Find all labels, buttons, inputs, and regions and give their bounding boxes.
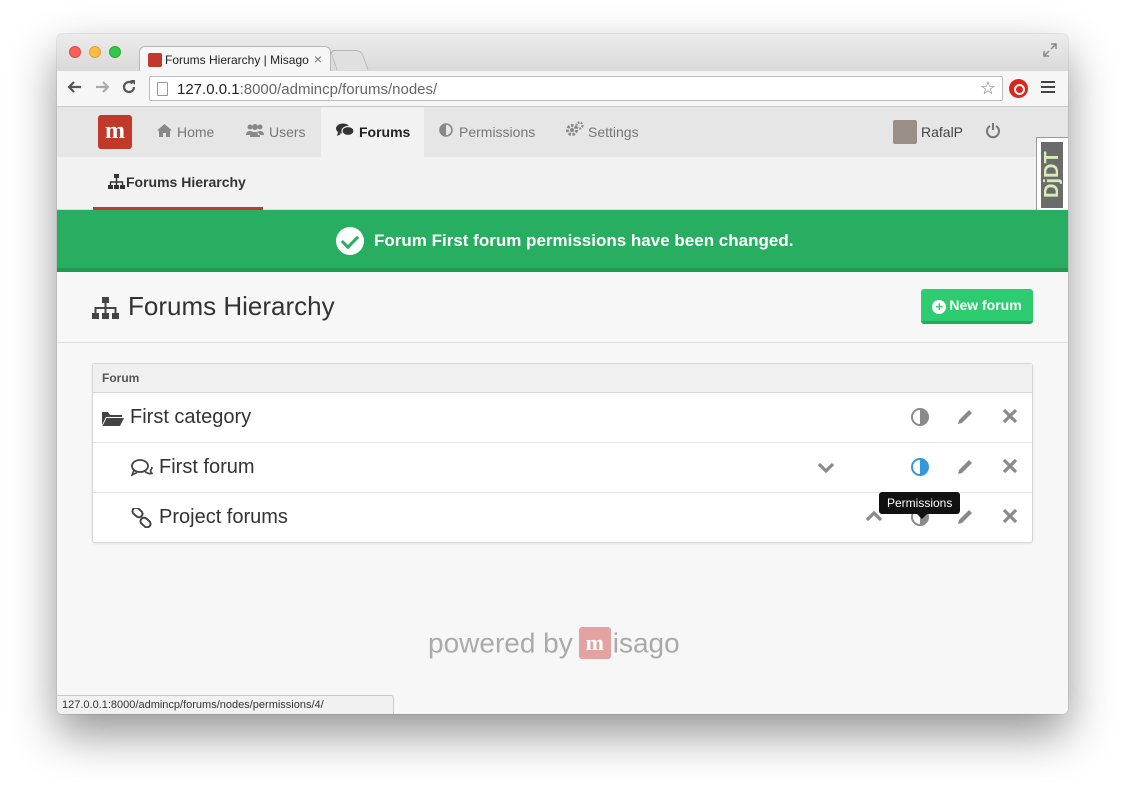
browser-window: Forums Hierarchy | Misago × 127.0.0.1:80… (57, 34, 1068, 714)
adblock-extension-icon[interactable] (1009, 79, 1028, 98)
forums-table: Forum First category First forum Project… (92, 363, 1033, 543)
chrome-menu-icon[interactable] (1041, 81, 1055, 95)
forum-name[interactable]: Project forums (159, 506, 288, 529)
delete-x-icon[interactable] (999, 507, 1021, 529)
nav-item-users[interactable]: Users (246, 107, 306, 157)
nav-label-settings: Settings (588, 124, 639, 140)
table-row: First forum (93, 443, 1032, 493)
fullscreen-icon[interactable] (1042, 42, 1058, 58)
address-bar[interactable]: 127.0.0.1:8000/admincp/forums/nodes/ ☆ (149, 76, 1003, 101)
url-host: 127.0.0.1 (177, 81, 240, 98)
page-title: Forums Hierarchy (128, 291, 335, 321)
permissions-tooltip: Permissions (879, 492, 961, 519)
nav-item-forums[interactable]: Forums (321, 107, 424, 157)
powered-by-brand: isago (612, 627, 680, 659)
page-header: Forums Hierarchy + New forum (57, 272, 1068, 343)
new-tab-button[interactable] (329, 50, 369, 70)
nav-label-users: Users (269, 124, 306, 140)
address-url[interactable]: 127.0.0.1:8000/admincp/forums/nodes/ (177, 81, 437, 98)
minimize-window-button[interactable] (89, 46, 101, 58)
subnav-item-forums-hierarchy[interactable]: Forums Hierarchy (93, 157, 263, 210)
powered-by-footer: powered by m isago (428, 627, 680, 661)
forum-name[interactable]: First forum (159, 456, 255, 479)
subnav-label: Forums Hierarchy (126, 174, 246, 190)
forum-name[interactable]: First category (130, 406, 251, 429)
home-icon (157, 107, 173, 157)
link-icon (131, 508, 152, 528)
flash-message-success: Forum First forum permissions have been … (57, 210, 1068, 272)
edit-pencil-icon[interactable] (954, 457, 976, 479)
forward-arrow-icon[interactable] (92, 78, 112, 98)
status-bar-url: 127.0.0.1:8000/admincp/forums/nodes/perm… (57, 695, 394, 714)
django-debug-toolbar-handle[interactable]: DjDT (1036, 137, 1068, 213)
cogs-icon (565, 107, 584, 157)
new-forum-label: New forum (949, 297, 1022, 313)
reload-icon[interactable] (119, 78, 139, 98)
delete-x-icon[interactable] (999, 457, 1021, 479)
user-menu[interactable]: RafalP (893, 120, 963, 144)
delete-x-icon[interactable] (999, 407, 1021, 429)
djdt-label: DjDT (1041, 142, 1063, 208)
users-icon (246, 107, 265, 157)
page-icon (157, 82, 168, 96)
flash-message-text: Forum First forum permissions have been … (374, 231, 794, 250)
sitemap-icon (92, 297, 119, 319)
table-row: First category (93, 393, 1032, 443)
misago-logo-footer: m (578, 627, 611, 659)
tab-title: Forums Hierarchy | Misago (165, 53, 309, 67)
back-arrow-icon[interactable] (65, 78, 85, 98)
misago-favicon-icon (148, 53, 162, 67)
comments-icon (336, 107, 355, 157)
permissions-action-icon[interactable] (909, 457, 931, 479)
close-window-button[interactable] (69, 46, 81, 58)
username: RafalP (921, 124, 964, 140)
avatar (893, 120, 917, 144)
url-path: :8000/admincp/forums/nodes/ (239, 81, 438, 98)
new-forum-button[interactable]: + New forum (921, 289, 1033, 324)
nav-item-settings[interactable]: Settings (565, 107, 639, 157)
folder-open-icon (102, 412, 124, 426)
admin-navbar: m Home Users Forums Permissions Settings… (57, 107, 1068, 157)
powered-by-text: powered by (428, 627, 573, 659)
sub-navbar: Forums Hierarchy (57, 157, 1068, 210)
sitemap-icon (108, 159, 126, 210)
table-header-forum: Forum (93, 364, 1032, 393)
nav-item-permissions[interactable]: Permissions (439, 107, 535, 157)
page-content: m Home Users Forums Permissions Settings… (57, 107, 1068, 714)
browser-toolbar: 127.0.0.1:8000/admincp/forums/nodes/ ☆ (57, 71, 1068, 107)
browser-tab-active[interactable]: Forums Hierarchy | Misago × (139, 46, 331, 72)
nav-label-permissions: Permissions (459, 124, 536, 140)
tab-close-icon[interactable]: × (314, 51, 322, 67)
nav-item-home[interactable]: Home (157, 107, 214, 157)
nav-label-home: Home (177, 124, 215, 140)
permissions-action-icon[interactable] (909, 407, 931, 429)
bookmark-star-icon[interactable]: ☆ (980, 78, 996, 99)
check-circle-icon (336, 227, 364, 255)
misago-logo[interactable]: m (98, 115, 132, 149)
move-down-chevron-icon[interactable] (815, 457, 837, 479)
title-bar: Forums Hierarchy | Misago × (57, 34, 1068, 72)
plus-circle-icon: + (932, 300, 947, 314)
adjust-icon (439, 107, 455, 157)
maximize-window-button[interactable] (109, 46, 121, 58)
edit-pencil-icon[interactable] (954, 407, 976, 429)
nav-label-forums: Forums (359, 124, 411, 140)
comments-outline-icon (131, 459, 153, 477)
power-logout-icon[interactable] (985, 122, 1001, 144)
